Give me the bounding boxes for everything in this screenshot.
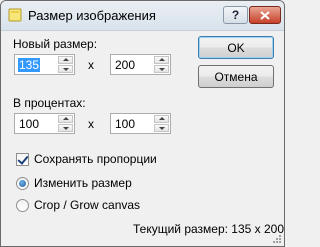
- spin-down-icon[interactable]: [154, 124, 169, 132]
- help-button[interactable]: ?: [223, 6, 248, 24]
- spin-up-icon[interactable]: [58, 115, 73, 123]
- percent-height-spinbox[interactable]: 100: [110, 113, 171, 134]
- spin-up-icon[interactable]: [154, 56, 169, 64]
- spin-up-icon[interactable]: [58, 56, 73, 64]
- current-size-text: Текущий размер: 135 x 200: [133, 222, 285, 236]
- app-icon: [8, 8, 22, 22]
- title-bar[interactable]: Размер изображения ?: [1, 1, 284, 31]
- percent-height-spin-arrows[interactable]: [154, 115, 169, 132]
- new-height-spin-arrows[interactable]: [154, 56, 169, 73]
- new-height-input[interactable]: 200: [115, 58, 135, 72]
- new-width-spin-arrows[interactable]: [58, 56, 73, 73]
- cancel-button[interactable]: Отмена: [198, 65, 274, 88]
- spin-down-icon[interactable]: [58, 65, 73, 73]
- percent-width-spin-arrows[interactable]: [58, 115, 73, 132]
- keep-proportions-checkbox[interactable]: [16, 153, 29, 166]
- close-icon: [260, 10, 270, 20]
- percent-separator: x: [88, 117, 94, 131]
- resize-dialog: Размер изображения ? Новый размер: 135 x…: [0, 0, 285, 247]
- crop-label[interactable]: Crop / Grow canvas: [34, 198, 140, 212]
- percent-width-spinbox[interactable]: 100: [14, 113, 75, 134]
- new-height-spinbox[interactable]: 200: [110, 54, 171, 75]
- resize-grip-icon[interactable]: [271, 233, 282, 244]
- percent-height-input[interactable]: 100: [115, 117, 135, 131]
- window-title: Размер изображения: [28, 8, 156, 23]
- spin-up-icon[interactable]: [154, 115, 169, 123]
- new-width-spinbox[interactable]: 135: [14, 54, 75, 75]
- new-size-separator: x: [88, 58, 94, 72]
- spin-down-icon[interactable]: [58, 124, 73, 132]
- close-button[interactable]: [249, 6, 281, 24]
- percent-width-input[interactable]: 100: [19, 117, 39, 131]
- resize-radio[interactable]: [16, 177, 29, 190]
- crop-radio[interactable]: [16, 199, 29, 212]
- resize-label[interactable]: Изменить размер: [34, 176, 132, 190]
- spin-down-icon[interactable]: [154, 65, 169, 73]
- new-size-label: Новый размер:: [13, 37, 98, 51]
- new-width-input[interactable]: 135: [18, 58, 41, 72]
- ok-button[interactable]: OK: [198, 36, 274, 59]
- percent-label: В процентах:: [13, 96, 86, 110]
- keep-proportions-label[interactable]: Сохранять пропорции: [34, 152, 157, 166]
